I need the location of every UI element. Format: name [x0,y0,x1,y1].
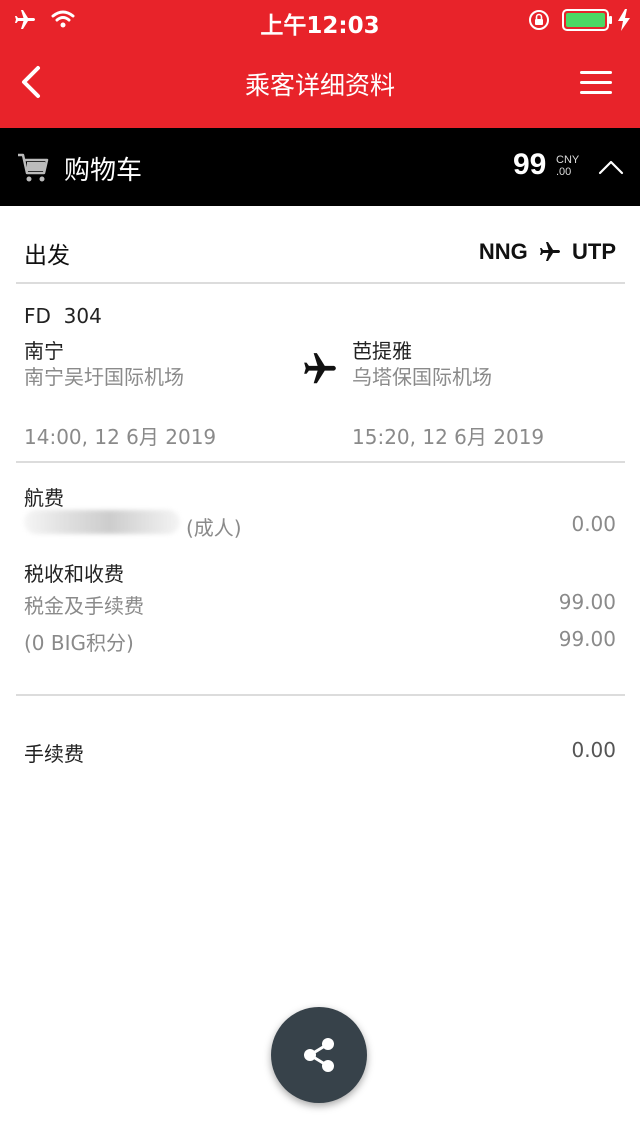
passenger-type: (成人) [186,516,242,540]
divider [16,461,625,463]
chevron-up-icon[interactable] [598,154,624,180]
status-bar: 上午12:03 [0,0,640,40]
share-button[interactable] [271,1007,367,1103]
taxes-item-value: 99.00 [558,590,616,614]
nav-bar: 乘客详细资料 [0,40,640,128]
cart-total-amount: 99 [513,148,547,181]
share-icon [304,1038,334,1072]
taxes-item-label: 税金及手续费 [24,594,144,618]
page-title: 乘客详细资料 [244,71,395,100]
shopping-cart-icon [18,153,49,182]
route-summary: NNG UTP [479,238,616,265]
arrival-time: 15:20, 12 6月 2019 [352,425,545,449]
points-value: 99.00 [558,627,616,651]
flight-plane-icon [304,353,336,384]
service-fee-value: 0.00 [571,738,616,762]
charging-icon [618,9,630,31]
departure-time: 14:00, 12 6月 2019 [24,425,217,449]
origin-city: 南宁 [24,339,64,363]
divider [16,282,625,284]
destination-city: 芭提雅 [352,339,412,363]
rotation-lock-icon [529,10,549,30]
origin-code: NNG [478,239,528,265]
divider [16,694,625,696]
cart-bar[interactable]: 购物车 99 CNY .00 [0,128,640,206]
destination-airport: 乌塔保国际机场 [352,365,492,389]
flight-number: FD 304 [24,304,102,328]
airfare-label: 航费 [24,486,64,510]
destination-code: UTP [572,239,616,265]
hamburger-menu-icon[interactable] [578,68,614,98]
cart-currency: CNY .00 [556,154,579,178]
departure-label: 出发 [24,243,70,269]
currency-decimals: .00 [556,166,572,178]
airfare-value: 0.00 [571,512,616,536]
service-fee-label: 手续费 [24,742,84,766]
cart-label: 购物车 [64,156,143,186]
battery-icon [562,9,612,31]
points-label: (0 BIG积分) [24,631,134,655]
plane-icon [539,242,560,262]
passenger-name-redacted [24,510,180,534]
origin-airport: 南宁吴圩国际机场 [24,365,184,389]
currency-code: CNY [556,154,580,166]
taxes-label: 税收和收费 [24,562,124,586]
